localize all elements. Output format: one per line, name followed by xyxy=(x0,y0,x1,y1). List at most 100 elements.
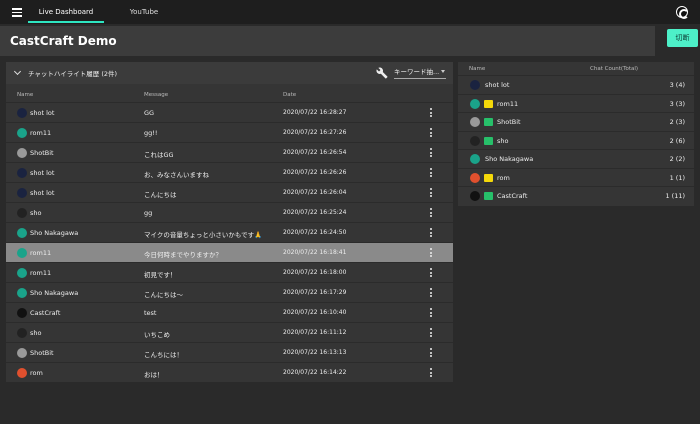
avatar xyxy=(17,268,27,278)
more-vert-icon[interactable] xyxy=(430,348,433,358)
list-item[interactable]: shot lot 3 (4) xyxy=(458,75,694,94)
active-tab-indicator xyxy=(28,21,104,23)
row-name: Sho Nakagawa xyxy=(485,155,534,163)
menu-icon[interactable] xyxy=(12,8,22,17)
keyword-filter-select[interactable]: キーワード抽... xyxy=(394,66,446,79)
more-vert-icon[interactable] xyxy=(430,208,433,218)
row-date: 2020/07/22 16:24:50 xyxy=(283,229,347,236)
row-date: 2020/07/22 16:18:00 xyxy=(283,269,347,276)
more-vert-icon[interactable] xyxy=(430,188,433,198)
row-count: 1 (1) xyxy=(669,173,685,182)
row-message: こんちには！ xyxy=(144,351,183,359)
caret-down-icon xyxy=(441,70,445,73)
list-item[interactable]: ShotBit 2 (3) xyxy=(458,112,694,131)
row-message: gg!! xyxy=(144,129,158,137)
chat-badge-icon xyxy=(484,136,493,145)
more-vert-icon[interactable] xyxy=(430,248,433,258)
row-name: ShotBit xyxy=(30,149,54,157)
avatar xyxy=(470,98,480,109)
avatar xyxy=(17,208,27,218)
list-item[interactable]: sho 2 (6) xyxy=(458,130,694,150)
row-name: sho xyxy=(497,136,509,145)
avatar xyxy=(17,308,27,318)
more-vert-icon[interactable] xyxy=(430,308,433,318)
castcraft-logo-icon xyxy=(676,6,689,19)
row-date: 2020/07/22 16:28:27 xyxy=(283,109,347,116)
row-count: 2 (2) xyxy=(669,155,685,163)
table-row[interactable]: shot lot GG 2020/07/22 16:28:27 xyxy=(6,102,453,122)
more-vert-icon[interactable] xyxy=(430,268,433,278)
member-badge-icon xyxy=(484,173,493,182)
more-vert-icon[interactable] xyxy=(430,108,433,118)
disconnect-button[interactable]: 切断 xyxy=(667,29,698,47)
wrench-icon[interactable] xyxy=(376,67,388,79)
avatar xyxy=(470,117,480,127)
more-vert-icon[interactable] xyxy=(430,328,433,338)
table-row[interactable]: rom おは！ 2020/07/22 16:14:22 xyxy=(6,362,453,382)
row-name: sho xyxy=(30,209,42,217)
row-name: ShotBit xyxy=(30,349,54,357)
table-row[interactable]: Sho Nakagawa マイクの音量ちょっと小さいかもです🙏 2020/07/22… xyxy=(6,222,453,242)
avatar xyxy=(17,288,27,298)
avatar xyxy=(17,348,27,358)
highlight-panel-title: チャットハイライト履歴 (2件) xyxy=(28,70,118,78)
table-row[interactable]: sho gg 2020/07/22 16:25:24 xyxy=(6,202,453,222)
avatar xyxy=(17,328,27,338)
more-vert-icon[interactable] xyxy=(430,228,433,238)
row-name: CastCraft xyxy=(30,309,61,317)
list-item[interactable]: rom 1 (1) xyxy=(458,167,694,187)
member-badge-icon xyxy=(484,99,493,108)
row-date: 2020/07/22 16:18:41 xyxy=(283,249,347,256)
row-name: Sho Nakagawa xyxy=(30,229,79,237)
row-name: CastCraft xyxy=(497,192,528,200)
chevron-down-icon[interactable] xyxy=(13,67,22,76)
list-item[interactable]: CastCraft 1 (11) xyxy=(458,186,694,205)
more-vert-icon[interactable] xyxy=(430,288,433,298)
row-message: 今日何時までやりますか？ xyxy=(144,251,222,259)
avatar xyxy=(17,368,27,378)
row-date: 2020/07/22 16:17:29 xyxy=(283,289,347,296)
row-name: sho xyxy=(30,329,42,337)
more-vert-icon[interactable] xyxy=(430,368,433,378)
row-message: gg xyxy=(144,209,153,217)
column-header-message[interactable]: Message xyxy=(144,92,168,98)
column-header-name[interactable]: Name xyxy=(469,66,485,72)
row-name: rom xyxy=(497,173,510,182)
chat-badge-icon xyxy=(484,192,493,200)
column-header-date[interactable]: Date xyxy=(283,92,296,98)
row-message: これはGG xyxy=(144,151,174,159)
table-row[interactable]: ShotBit こんちには！ 2020/07/22 16:13:13 xyxy=(6,342,453,362)
table-row[interactable]: rom11 初見です！ 2020/07/22 16:18:00 xyxy=(6,262,453,282)
highlight-panel-header[interactable]: チャットハイライト履歴 (2件) キーワード抽... xyxy=(6,62,453,84)
avatar xyxy=(470,172,480,183)
table-row[interactable]: rom11 今日何時までやりますか？ 2020/07/22 16:18:41 xyxy=(6,242,453,262)
more-vert-icon[interactable] xyxy=(430,168,433,178)
chat-badge-icon xyxy=(484,118,493,126)
table-row[interactable]: Sho Nakagawa こんにちは〜 2020/07/22 16:17:29 xyxy=(6,282,453,302)
row-name: rom11 xyxy=(30,129,52,137)
table-row[interactable]: shot lot お、みなさんいますね 2020/07/22 16:26:26 xyxy=(6,162,453,182)
table-row[interactable]: sho いちこめ 2020/07/22 16:11:12 xyxy=(6,322,453,342)
row-message: おは！ xyxy=(144,371,164,379)
column-header-name[interactable]: Name xyxy=(17,92,33,98)
table-row[interactable]: ShotBit これはGG 2020/07/22 16:26:54 xyxy=(6,142,453,162)
row-date: 2020/07/22 16:27:26 xyxy=(283,129,347,136)
avatar xyxy=(17,188,27,198)
column-header-chat-count[interactable]: Chat Count(Total) xyxy=(590,66,638,72)
avatar xyxy=(17,128,27,138)
table-row[interactable]: shot lot こんにちは 2020/07/22 16:26:04 xyxy=(6,182,453,202)
more-vert-icon[interactable] xyxy=(430,148,433,158)
tab-youtube[interactable]: YouTube xyxy=(112,0,176,24)
row-date: 2020/07/22 16:25:24 xyxy=(283,209,347,216)
row-message: こんにちは〜 xyxy=(144,291,183,299)
more-vert-icon[interactable] xyxy=(430,128,433,138)
table-row[interactable]: CastCraft test 2020/07/22 16:10:40 xyxy=(6,302,453,322)
table-row[interactable]: rom11 gg!! 2020/07/22 16:27:26 xyxy=(6,122,453,142)
page-header: CastCraft Demo 切断 xyxy=(0,24,700,56)
list-item[interactable]: Sho Nakagawa 2 (2) xyxy=(458,149,694,168)
avatar xyxy=(17,168,27,178)
row-date: 2020/07/22 16:26:54 xyxy=(283,149,347,156)
list-item[interactable]: rom11 3 (3) xyxy=(458,93,694,113)
avatar xyxy=(17,148,27,158)
avatar xyxy=(17,108,27,118)
